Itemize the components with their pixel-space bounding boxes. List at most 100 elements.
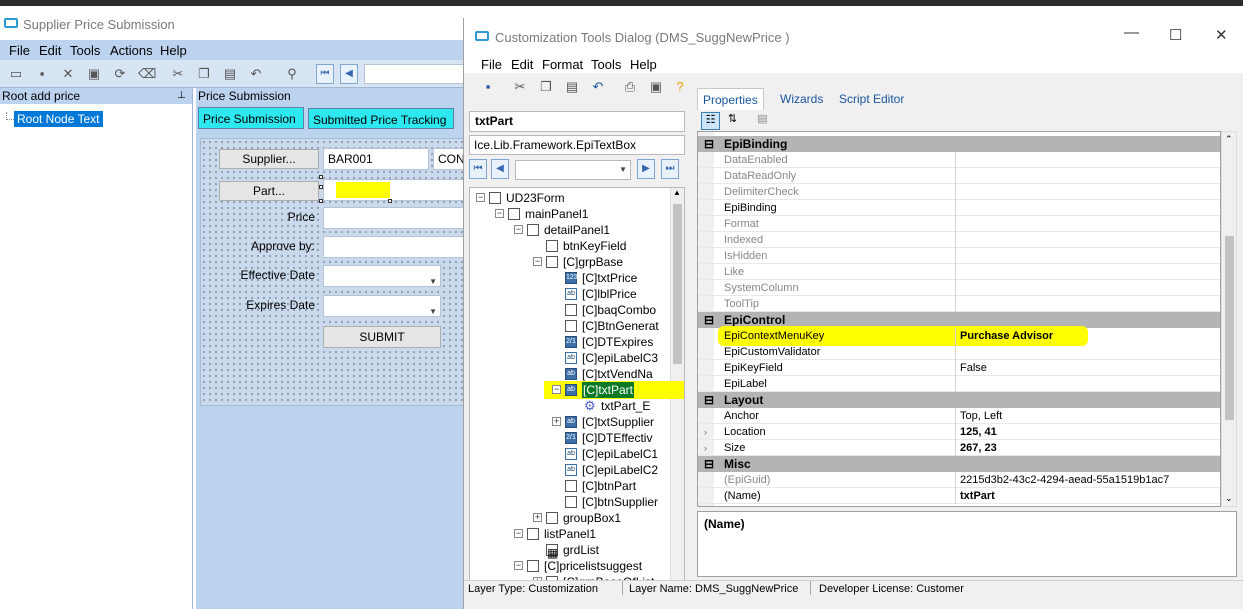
close-icon[interactable]: ✕ bbox=[1215, 26, 1228, 44]
prop-value[interactable]: Top, Left bbox=[960, 408, 1220, 424]
tab-wizards[interactable]: Wizards bbox=[775, 88, 828, 110]
control-select[interactable]: ▼ bbox=[515, 160, 631, 180]
expires-date-picker[interactable]: ▼ bbox=[323, 295, 441, 317]
tree-node[interactable]: − listPanel1 bbox=[470, 526, 670, 542]
tree-node[interactable]: 2/1 [C]DTExpires bbox=[470, 334, 670, 350]
tree-node[interactable]: 123 [C]txtPrice bbox=[470, 270, 670, 286]
chevron-down-icon[interactable]: ▼ bbox=[429, 302, 437, 322]
tree-node[interactable]: − detailPanel1 bbox=[470, 222, 670, 238]
part-button[interactable]: Part... bbox=[219, 181, 319, 201]
prop-value[interactable] bbox=[960, 200, 1220, 216]
category-epibinding[interactable]: ⊟ EpiBinding bbox=[698, 136, 1220, 152]
copy-icon[interactable]: ❐ bbox=[538, 79, 554, 95]
maximize-icon[interactable]: ☐ bbox=[1169, 26, 1182, 44]
supplier-field[interactable]: BAR001 bbox=[323, 148, 429, 170]
category-layout[interactable]: ⊟ Layout bbox=[698, 392, 1220, 408]
collapse-icon[interactable]: ⊟ bbox=[704, 456, 714, 472]
scroll-up-icon[interactable]: ⌃ bbox=[1225, 134, 1233, 145]
prop-row-context-menu-key[interactable]: EpiContextMenuKey Purchase Advisor bbox=[698, 328, 1220, 344]
prop-value[interactable] bbox=[960, 280, 1220, 296]
tree-node[interactable]: − [C]pricelistsuggest bbox=[470, 558, 670, 574]
prop-value[interactable] bbox=[960, 216, 1220, 232]
collapse-icon[interactable]: ⊟ bbox=[704, 312, 714, 328]
tree-node[interactable]: 2/1 [C]DTEffectiv bbox=[470, 430, 670, 446]
prop-value[interactable]: Purchase Advisor bbox=[960, 328, 1220, 344]
collapse-icon[interactable]: − bbox=[514, 529, 523, 538]
collapse-icon[interactable]: − bbox=[514, 561, 523, 570]
prop-row[interactable]: SystemColumn bbox=[698, 280, 1220, 296]
chevron-down-icon[interactable]: ▼ bbox=[619, 165, 627, 174]
pin-icon[interactable]: ⊥ bbox=[177, 88, 186, 104]
prop-value[interactable]: 2215d3b2-43c2-4294-aead-55a1519b1ac7 bbox=[960, 472, 1220, 488]
collapse-icon[interactable]: − bbox=[476, 193, 485, 202]
prop-row[interactable]: DataReadOnly bbox=[698, 168, 1220, 184]
prop-row[interactable]: Anchor Top, Left bbox=[698, 408, 1220, 424]
collapse-icon[interactable]: ⊟ bbox=[704, 392, 714, 408]
tree-node[interactable]: ⚙ txtPart_E bbox=[470, 398, 670, 414]
menu-actions[interactable]: Actions bbox=[110, 43, 153, 58]
dlg-menu-tools[interactable]: Tools bbox=[591, 57, 621, 72]
scroll-thumb[interactable] bbox=[1225, 236, 1234, 420]
tree-node[interactable]: btnKeyField bbox=[470, 238, 670, 254]
tab-properties[interactable]: Properties bbox=[697, 88, 764, 110]
prop-row[interactable]: EpiKeyField False bbox=[698, 360, 1220, 376]
tree-node[interactable]: ab [C]txtVendNa bbox=[470, 366, 670, 382]
tab-submitted-price-tracking[interactable]: Submitted Price Tracking bbox=[308, 108, 454, 129]
prop-row[interactable]: Like bbox=[698, 264, 1220, 280]
expand-icon[interactable]: + bbox=[552, 417, 561, 426]
tree-node[interactable]: [C]BtnGenerat bbox=[470, 318, 670, 334]
menu-help[interactable]: Help bbox=[160, 43, 187, 58]
scroll-up-icon[interactable]: ▲ bbox=[673, 188, 681, 197]
refresh-icon[interactable]: ⟳ bbox=[112, 66, 128, 82]
tree-node[interactable]: ab [C]lblPrice bbox=[470, 286, 670, 302]
tree-node[interactable]: [C]btnPart bbox=[470, 478, 670, 494]
supplier-button[interactable]: Supplier... bbox=[219, 149, 319, 169]
collapse-icon[interactable]: − bbox=[514, 225, 523, 234]
tree-node[interactable]: + ab [C]txtSupplier bbox=[470, 414, 670, 430]
prop-value[interactable] bbox=[960, 376, 1220, 392]
menu-file[interactable]: File bbox=[9, 43, 30, 58]
scroll-down-icon[interactable]: ⌄ bbox=[1225, 493, 1233, 504]
menu-edit[interactable]: Edit bbox=[39, 43, 61, 58]
attach-icon[interactable]: ▣ bbox=[86, 66, 102, 82]
tree-node[interactable]: + groupBox1 bbox=[470, 510, 670, 526]
prop-value[interactable]: False bbox=[960, 360, 1220, 376]
tab-price-submission[interactable]: Price Submission bbox=[198, 107, 304, 129]
dlg-menu-edit[interactable]: Edit bbox=[511, 57, 533, 72]
cut-icon[interactable]: ✂ bbox=[170, 66, 186, 82]
tree-node[interactable]: ▦ grdList bbox=[470, 542, 670, 560]
save-icon[interactable]: ▪ bbox=[480, 79, 496, 95]
binoculars-icon[interactable]: ⚲ bbox=[284, 66, 300, 82]
save-icon[interactable]: ▪ bbox=[34, 66, 50, 82]
prop-value[interactable] bbox=[960, 248, 1220, 264]
prev-record-icon[interactable]: ◀ bbox=[340, 64, 358, 84]
categorized-icon[interactable]: ☷ bbox=[701, 112, 720, 130]
prop-row[interactable]: › Size 267, 23 bbox=[698, 440, 1220, 456]
collapse-icon[interactable]: ⊟ bbox=[704, 136, 714, 152]
tree-node[interactable]: − UD23Form bbox=[470, 190, 670, 206]
prop-value[interactable] bbox=[960, 184, 1220, 200]
grid-scrollbar[interactable]: ⌃ ⌄ bbox=[1221, 131, 1237, 507]
new-icon[interactable]: ▭ bbox=[8, 66, 24, 82]
tree-node[interactable]: ab [C]epiLabelC3 bbox=[470, 350, 670, 366]
prop-value[interactable] bbox=[960, 152, 1220, 168]
submit-button[interactable]: SUBMIT bbox=[323, 326, 441, 348]
prev-control-icon[interactable]: ◀ bbox=[491, 159, 509, 179]
prop-row[interactable]: EpiBinding bbox=[698, 200, 1220, 216]
dlg-menu-file[interactable]: File bbox=[481, 57, 502, 72]
prop-value[interactable] bbox=[960, 232, 1220, 248]
record-nav-field[interactable] bbox=[364, 64, 470, 84]
prop-row[interactable]: (EpiGuid) 2215d3b2-43c2-4294-aead-55a1519… bbox=[698, 472, 1220, 488]
prop-value[interactable] bbox=[960, 344, 1220, 360]
prop-row[interactable]: IsHidden bbox=[698, 248, 1220, 264]
prop-row[interactable]: (Name) txtPart bbox=[698, 488, 1220, 504]
scroll-thumb[interactable] bbox=[673, 204, 682, 364]
help-icon[interactable]: ? bbox=[672, 79, 688, 95]
prop-row[interactable]: DelimiterCheck bbox=[698, 184, 1220, 200]
dlg-menu-help[interactable]: Help bbox=[630, 57, 657, 72]
approve-field[interactable] bbox=[323, 236, 473, 258]
delete-icon[interactable]: ✕ bbox=[60, 66, 76, 82]
category-misc[interactable]: ⊟ Misc bbox=[698, 456, 1220, 472]
tree-node[interactable]: ab [C]epiLabelC1 bbox=[470, 446, 670, 462]
tree-node[interactable]: [C]btnSupplier bbox=[470, 494, 670, 510]
